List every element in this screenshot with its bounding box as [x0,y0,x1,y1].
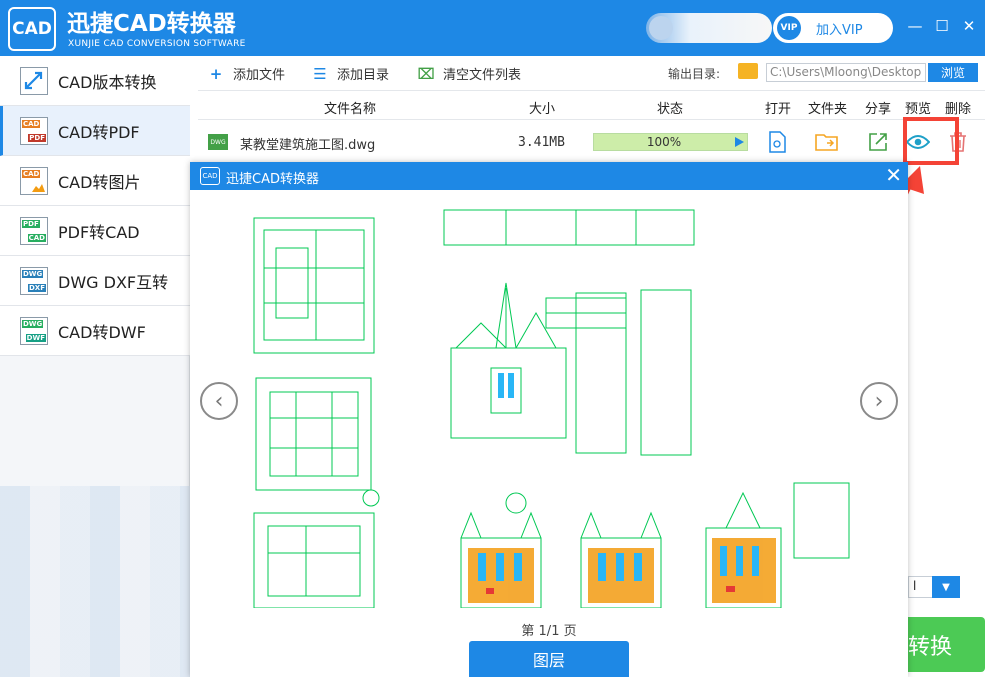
sidebar-item-dwg-dxf[interactable]: DWG DXF DWG DXF互转 [0,256,190,306]
next-page-button[interactable]: › [860,382,898,420]
add-file-label: 添加文件 [233,68,286,83]
dwg-dxf-icon: DWG DXF [20,266,48,295]
pdf-to-cad-icon: PDF CAD [20,216,48,245]
close-icon[interactable]: ✕ [958,15,980,37]
sidebar-item-label: CAD转图片 [58,172,141,192]
progress-bar: 100% [593,133,748,151]
app-subtitle: XUNJIE CAD CONVERSION SOFTWARE [68,39,246,49]
dialog-title-bar: CAD 迅捷CAD转换器 ✕ [190,162,908,190]
cad-to-dwf-icon: DWG DWF [20,316,48,345]
dialog-close-icon[interactable]: ✕ [885,164,902,186]
sidebar-item-label: CAD转PDF [58,122,140,142]
layers-button[interactable]: 图层 [469,641,629,677]
app-logo: CAD [8,7,56,51]
chevron-down-icon[interactable]: ▼ [932,576,960,598]
file-size: 3.41MB [518,135,565,150]
toolbar: + 添加文件 ☰ 添加目录 ⌧ 清空文件列表 输出目录: C:\Users\Ml… [198,58,985,88]
play-icon[interactable] [735,137,744,147]
file-name: 某教堂建筑施工图.dwg [240,138,376,153]
convert-button[interactable]: 转换 [908,617,985,672]
progress-text: 100% [646,135,682,149]
sidebar-item-pdf-to-cad[interactable]: PDF CAD PDF转CAD [0,206,190,256]
sidebar-item-label: CAD版本转换 [58,72,157,92]
column-header-status: 状态 [657,102,684,117]
output-dir-label: 输出目录: [668,67,721,81]
sidebar-item-label: PDF转CAD [58,222,140,242]
column-header-share: 分享 [865,102,892,117]
add-directory-label: 添加目录 [337,68,390,83]
avatar [649,16,673,40]
user-account-pill[interactable] [646,13,772,43]
vip-badge-icon: VIP [777,16,801,40]
join-vip-label: 加入VIP [816,23,863,38]
sidebar-item-label: CAD转DWF [58,322,146,342]
open-folder-icon[interactable] [814,129,840,155]
previous-page-button[interactable]: ‹ [200,382,238,420]
sidebar-item-cad-to-pdf[interactable]: CAD PDF CAD转PDF [0,106,190,156]
chevron-left-icon: ‹ [214,388,224,414]
share-icon[interactable] [865,129,891,155]
dialog-logo-icon: CAD [200,167,220,185]
column-header-size: 大小 [529,102,556,117]
folder-icon[interactable] [738,63,758,79]
clear-list-label: 清空文件列表 [443,68,522,83]
file-table-header: 文件名称 大小 状态 打开 文件夹 分享 预览 删除 [198,90,985,120]
page-indicator: 第 1/1 页 [521,624,577,639]
minimize-icon[interactable]: — [904,15,926,37]
broom-icon: ⌧ [417,64,435,83]
column-header-folder: 文件夹 [808,102,848,117]
maximize-icon[interactable]: ☐ [931,15,953,37]
blurred-ad-area [0,486,190,677]
clear-list-button[interactable]: ⌧ 清空文件列表 [417,64,522,84]
sidebar-item-cad-version[interactable]: CAD版本转换 [0,56,190,106]
sidebar-item-cad-to-dwf[interactable]: DWG DWF CAD转DWF [0,306,190,356]
add-file-button[interactable]: + 添加文件 [208,64,286,84]
sidebar: CAD版本转换 CAD PDF CAD转PDF CAD CAD转图片 PDF C… [0,56,190,677]
chevron-right-icon: › [874,388,884,414]
dwg-file-icon: DWG [208,134,228,150]
cad-to-image-icon: CAD [20,166,48,195]
preview-highlight-box [903,117,959,165]
app-title: 迅捷CAD转换器 [67,11,236,37]
list-icon: ☰ [313,64,327,83]
convert-label: 转换 [908,634,953,660]
join-vip-button[interactable]: VIP 加入VIP [773,13,893,43]
dialog-title: 迅捷CAD转换器 [226,172,319,187]
column-header-delete: 删除 [945,102,972,117]
table-row[interactable]: DWG 某教堂建筑施工图.dwg 3.41MB 100% [198,122,985,162]
add-directory-button[interactable]: ☰ 添加目录 [312,64,390,84]
cad-to-pdf-icon: CAD PDF [20,116,48,145]
sidebar-item-label: DWG DXF互转 [58,272,169,292]
column-header-name: 文件名称 [324,102,377,117]
output-path-field[interactable]: C:\Users\Mloong\Desktop [766,63,926,82]
browse-button[interactable]: 浏览 [928,63,978,82]
plus-icon: + [209,64,223,83]
column-header-preview: 预览 [905,102,932,117]
column-header-open: 打开 [765,102,792,117]
preview-dialog: CAD 迅捷CAD转换器 ✕ ‹ › 第 1/1 页 图层 [190,162,908,677]
cad-drawing-preview [253,209,850,608]
sidebar-item-cad-to-image[interactable]: CAD CAD转图片 [0,156,190,206]
title-bar: CAD 迅捷CAD转换器 XUNJIE CAD CONVERSION SOFTW… [0,0,985,56]
open-file-icon[interactable] [764,129,790,155]
cad-version-icon [20,66,48,95]
